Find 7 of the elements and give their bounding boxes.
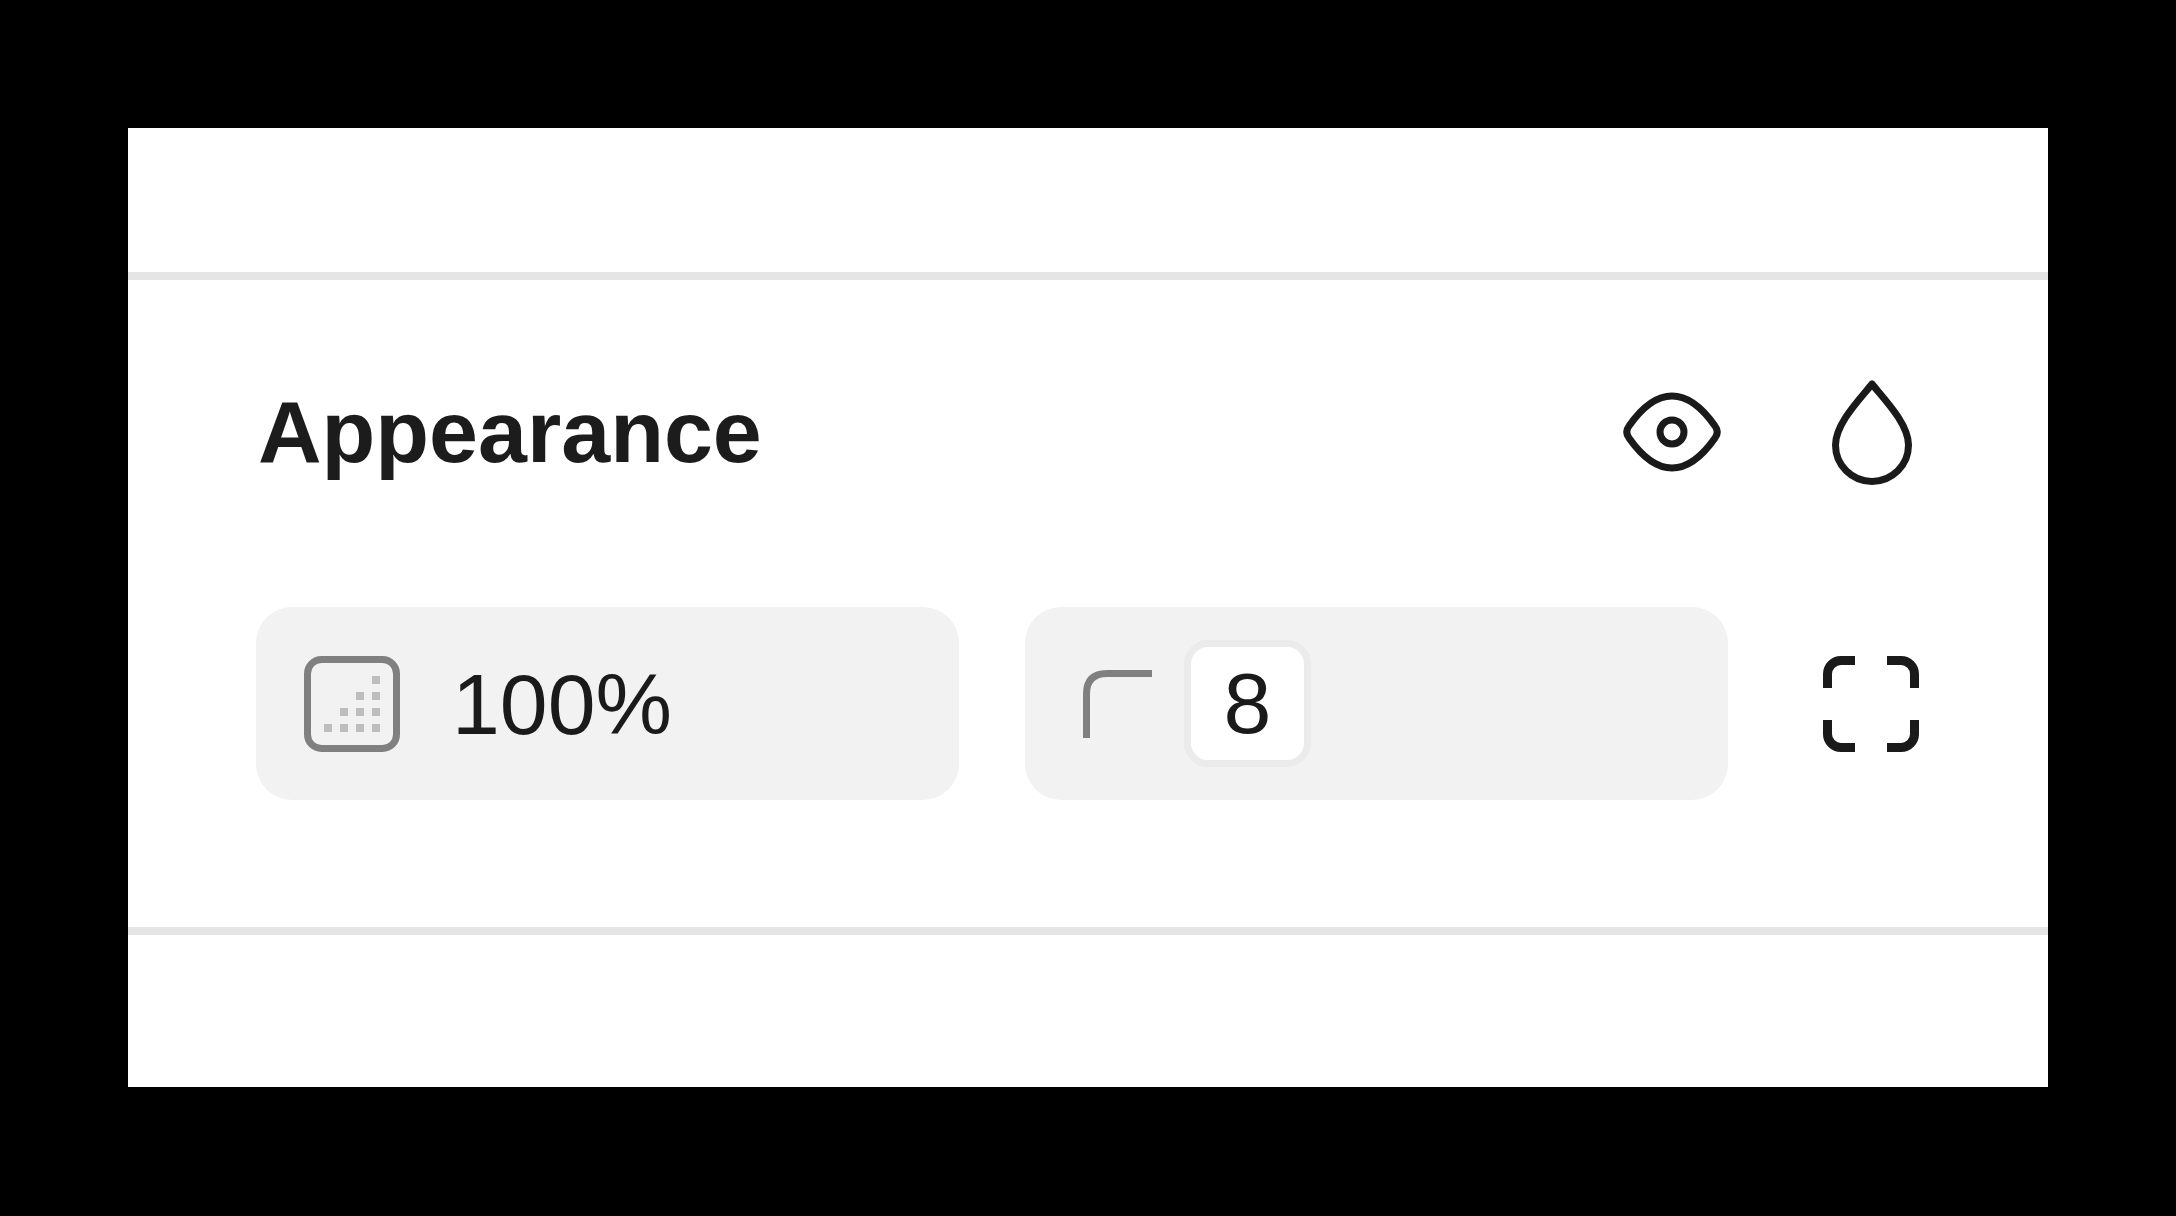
corner-brackets-icon[interactable] <box>1823 655 1919 752</box>
drop-icon[interactable] <box>1832 379 1912 485</box>
rounded-corner-icon <box>1083 669 1152 738</box>
opacity-field[interactable]: 100% <box>256 607 959 800</box>
radius-input[interactable]: 8 <box>1184 640 1311 767</box>
eye-icon[interactable] <box>1620 392 1724 472</box>
dotted-square-icon <box>304 655 400 752</box>
